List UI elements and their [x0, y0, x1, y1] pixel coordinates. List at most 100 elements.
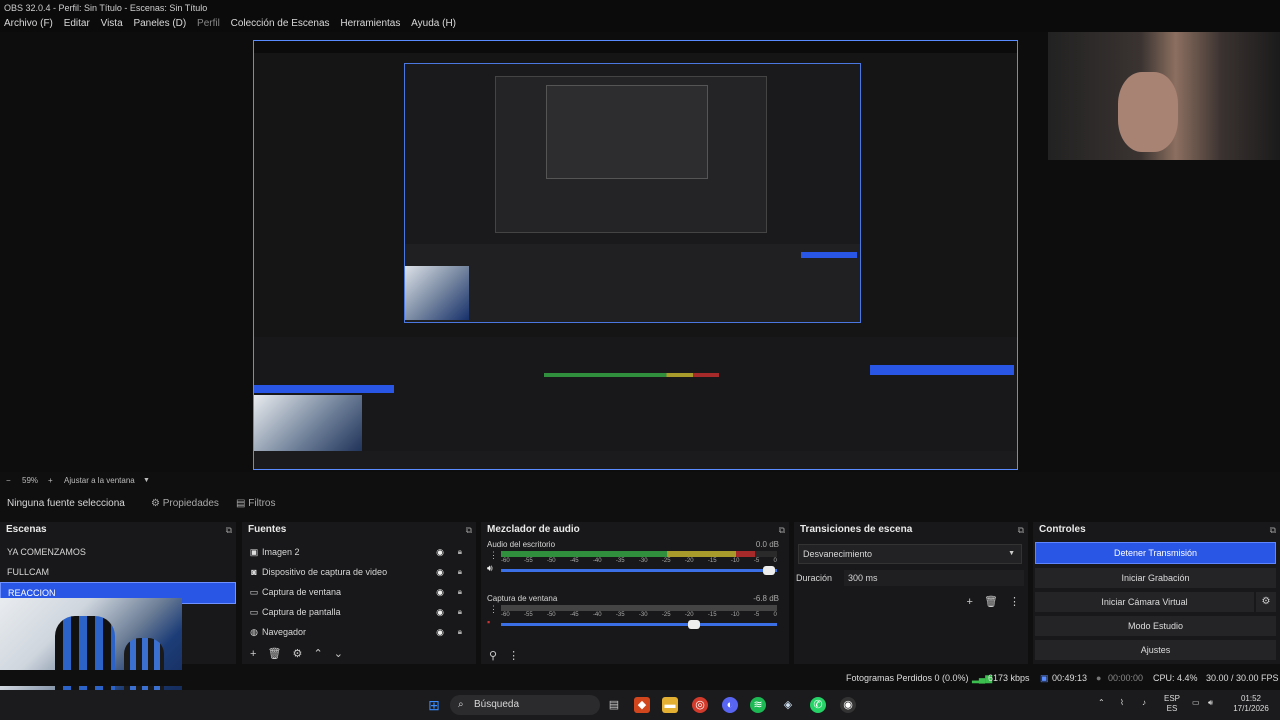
speaker-icon[interactable]: 🔊︎	[487, 563, 493, 574]
file-icon[interactable]: ▤	[606, 697, 622, 713]
lock-icon[interactable]: 🔒︎	[458, 542, 462, 562]
network-icon[interactable]: ⌇	[1120, 698, 1124, 708]
display-icon[interactable]: ▭	[1192, 698, 1200, 708]
language-indicator[interactable]: ESP ES	[1164, 694, 1180, 714]
chrome-icon[interactable]: ◎	[692, 697, 708, 713]
meter-tick-label: -20	[684, 558, 694, 564]
menu-perfil[interactable]: Perfil	[197, 18, 220, 29]
lock-icon[interactable]: 🔒︎	[458, 582, 462, 602]
record-time: 00:00:00	[1108, 673, 1144, 683]
volume-slider[interactable]	[501, 620, 777, 629]
nested-preview-deeper	[546, 85, 708, 179]
scene-item[interactable]: FULLCAM	[0, 562, 236, 582]
settings-button[interactable]: Ajustes	[1035, 640, 1276, 660]
studio-mode-button[interactable]: Modo Estudio	[1035, 616, 1276, 636]
source-row[interactable]: ▭ Captura de ventana ◉ 🔒︎	[242, 582, 476, 602]
meter-tick-label: -40	[592, 612, 602, 618]
menu-vista[interactable]: Vista	[101, 18, 123, 29]
mixer-header: Mezclador de audio ⧉	[481, 522, 789, 538]
volume-icon[interactable]: 🔊︎	[1208, 698, 1213, 708]
discord-icon[interactable]: ◐	[722, 697, 738, 713]
dock-float-icon[interactable]: ⧉	[466, 522, 472, 538]
dock-float-icon[interactable]: ⧉	[1018, 522, 1024, 538]
spotify-icon[interactable]: ≋	[750, 697, 766, 713]
more-icon[interactable]: ⋮	[1009, 596, 1020, 608]
transition-select[interactable]: Desvanecimiento ▼	[798, 544, 1022, 564]
muted-speaker-icon[interactable]: ▪	[487, 617, 490, 627]
gear-icon[interactable]: ⚙	[293, 648, 303, 660]
lock-icon[interactable]: 🔒︎	[458, 622, 462, 642]
volume-knob[interactable]	[762, 566, 775, 575]
lock-icon[interactable]: 🔒︎	[458, 602, 462, 622]
start-virtual-camera-button[interactable]: Iniciar Cámara Virtual	[1035, 592, 1254, 612]
volume-slider[interactable]	[501, 566, 777, 575]
clock[interactable]: 01:52 17/1/2026	[1226, 694, 1276, 714]
trash-icon[interactable]: 🗑︎	[268, 648, 282, 660]
eye-icon[interactable]: ◉	[436, 602, 444, 622]
add-icon[interactable]: +	[250, 648, 256, 660]
link-icon[interactable]: ⚲	[489, 650, 497, 662]
filters-button[interactable]: ▤ Filtros	[236, 494, 275, 514]
eye-icon[interactable]: ◉	[436, 622, 444, 642]
filters-label: Filtros	[248, 498, 276, 509]
dock-float-icon[interactable]: ⧉	[226, 522, 232, 538]
lock-icon[interactable]: 🔒︎	[458, 562, 462, 582]
menu-herramientas[interactable]: Herramientas	[340, 18, 400, 29]
steam-icon[interactable]: ◈	[780, 697, 796, 713]
eye-icon[interactable]: ◉	[436, 562, 444, 582]
copilot-icon[interactable]: ◆	[634, 697, 650, 713]
properties-button[interactable]: ⚙ Propiedades	[151, 494, 219, 514]
meter-tick-label: -50	[546, 612, 556, 618]
add-icon[interactable]: +	[966, 596, 972, 608]
zoom-in-button[interactable]: +	[48, 474, 53, 488]
dock-float-icon[interactable]: ⧉	[1270, 522, 1276, 538]
folder-icon[interactable]: ▬	[662, 697, 678, 713]
more-icon[interactable]: ⋮	[508, 650, 519, 662]
nested-taskbar	[254, 451, 1017, 469]
meter-green	[501, 551, 667, 557]
move-down-icon[interactable]: ⌄	[334, 648, 343, 660]
eye-icon[interactable]: ◉	[436, 542, 444, 562]
tray-chevron-icon[interactable]: ⌃	[1098, 698, 1105, 708]
duration-row: Duración 300 ms	[796, 570, 1024, 586]
menu-archivo[interactable]: Archivo (F)	[4, 18, 53, 29]
channel-db: 0.0 dB	[755, 540, 779, 549]
duration-input[interactable]: 300 ms	[844, 570, 1024, 586]
sources-dock: Fuentes ⧉ ▣ Imagen 2 ◉ 🔒︎ ◙ Dispositivo de ca…	[242, 522, 476, 664]
obs-icon[interactable]: ◉	[840, 697, 856, 713]
source-row[interactable]: ◍ Navegador ◉ 🔒︎	[242, 622, 476, 642]
fit-window-select[interactable]: Ajustar a la ventana	[64, 474, 135, 488]
meter-tick-label: -5	[753, 612, 760, 618]
source-row[interactable]: ◙ Dispositivo de captura de video ◉ 🔒︎	[242, 562, 476, 582]
channel-name: Captura de ventana	[487, 594, 558, 603]
mic-icon[interactable]: ♪	[1142, 698, 1146, 708]
menu-editar[interactable]: Editar	[64, 18, 90, 29]
more-icon[interactable]: ⋮	[489, 550, 498, 561]
source-row[interactable]: ▭ Captura de pantalla ◉ 🔒︎	[242, 602, 476, 622]
chevron-down-icon[interactable]: ▼	[143, 474, 150, 488]
source-label: Imagen 2	[262, 547, 300, 557]
source-row[interactable]: ▣ Imagen 2 ◉ 🔒︎	[242, 542, 476, 562]
taskbar-search[interactable]: ⌕ Búsqueda	[450, 695, 600, 715]
volume-knob[interactable]	[688, 620, 701, 629]
menu-coleccion-escenas[interactable]: Colección de Escenas	[231, 18, 330, 29]
windows-start-icon[interactable]: ⊞	[426, 697, 442, 713]
trash-icon[interactable]: 🗑︎	[984, 596, 998, 608]
start-recording-button[interactable]: Iniciar Grabación	[1035, 568, 1276, 588]
menu-ayuda[interactable]: Ayuda (H)	[411, 18, 456, 29]
menu-paneles[interactable]: Paneles (D)	[133, 18, 186, 29]
meter-tick-label: -40	[592, 558, 602, 564]
dock-float-icon[interactable]: ⧉	[779, 522, 785, 538]
gear-icon[interactable]: ⚙	[1256, 592, 1276, 612]
record-icon: ●	[1096, 673, 1102, 683]
zoom-out-button[interactable]: −	[6, 474, 11, 488]
search-icon: ⌕	[458, 699, 464, 710]
move-up-icon[interactable]: ⌃	[313, 648, 322, 660]
more-icon[interactable]: ⋮	[489, 604, 498, 615]
stop-streaming-button[interactable]: Detener Transmisión	[1035, 542, 1276, 564]
camera-icon: ◙	[251, 567, 257, 577]
controls-dock: Controles ⧉ Detener Transmisión Iniciar G…	[1033, 522, 1280, 664]
scene-item[interactable]: YA COMENZAMOS	[0, 542, 236, 562]
eye-icon[interactable]: ◉	[436, 582, 444, 602]
whatsapp-icon[interactable]: ✆	[810, 697, 826, 713]
